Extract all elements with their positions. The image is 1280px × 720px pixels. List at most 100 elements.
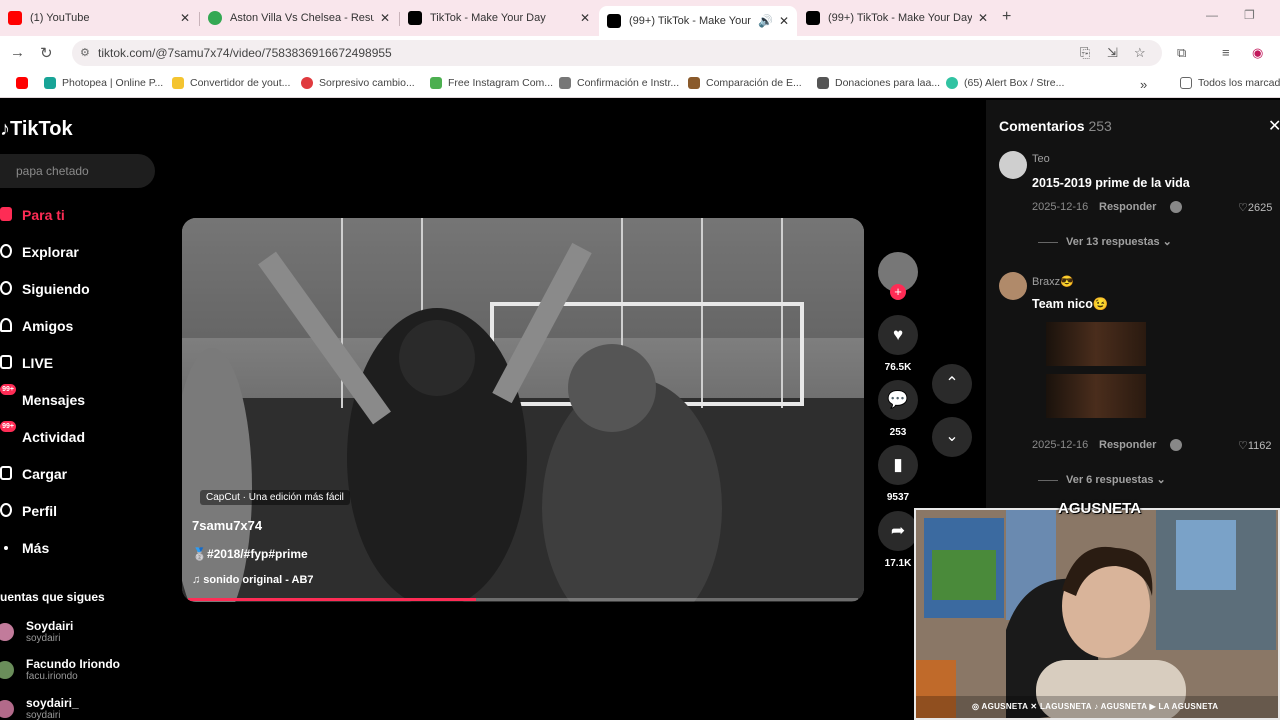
tab-aston-villa[interactable]: Aston Villa Vs Chelsea - Resulta ✕	[200, 6, 398, 30]
url-field[interactable]: ⚙ tiktok.com/@7samu7x74/video/7583836916…	[72, 40, 1162, 66]
globe-icon	[208, 11, 222, 25]
bookmark-photopea[interactable]: Photopea | Online P...	[44, 77, 163, 89]
video-progress-bar[interactable]	[188, 598, 858, 601]
minimize-button[interactable]: —	[1206, 8, 1218, 22]
tab-tiktok-active[interactable]: (99+) TikTok - Make Your Da 🔊 ✕	[599, 6, 797, 36]
maximize-button[interactable]: ❐	[1244, 8, 1255, 22]
nav-live[interactable]: LIVE	[0, 355, 53, 371]
comment-text: 2015-2019 prime de la vida	[1032, 176, 1190, 190]
install-icon[interactable]: ⇲	[1107, 45, 1118, 61]
tab-tiktok[interactable]: TikTok - Make Your Day ✕	[400, 6, 598, 30]
translate-icon[interactable]: ⎘	[1080, 45, 1090, 61]
forward-icon[interactable]: →	[10, 44, 25, 61]
tiktok-icon	[607, 14, 621, 28]
video-frame	[182, 218, 864, 602]
close-icon[interactable]: ✕	[1268, 116, 1280, 136]
follow-plus-icon[interactable]: +	[890, 284, 906, 300]
share-icon: ➦	[890, 521, 906, 540]
comment-image[interactable]	[1046, 374, 1146, 418]
comment-like[interactable]: ♡1162	[1238, 439, 1272, 452]
nav-explore[interactable]: Explorar	[0, 244, 79, 260]
followed-account[interactable]: Soydairi soydairi	[0, 619, 160, 653]
nav-activity[interactable]: 99+ Actividad	[0, 421, 85, 445]
home-icon	[0, 207, 12, 221]
webcam-frame	[916, 510, 1278, 718]
site-info-icon[interactable]: ⚙	[80, 40, 90, 66]
nav-upload[interactable]: Cargar	[0, 466, 67, 482]
comment-count: 253	[889, 427, 907, 438]
bookmark-comparacion[interactable]: Comparación de E...	[688, 77, 802, 89]
speaker-icon[interactable]: 🔊	[758, 14, 773, 28]
check-icon	[430, 77, 442, 89]
star-icon[interactable]: ☆	[1134, 45, 1146, 61]
close-icon[interactable]: ✕	[380, 11, 390, 25]
bookmark-sorpresivo[interactable]: Sorpresivo cambio...	[301, 77, 415, 89]
close-icon[interactable]: ✕	[978, 11, 988, 25]
reload-icon[interactable]: ↻	[40, 44, 53, 62]
next-video-button[interactable]: ⌄	[932, 417, 972, 457]
comment-like[interactable]: ♡2625	[1238, 201, 1272, 214]
tiktok-logo[interactable]: ♪TikTok	[0, 118, 73, 141]
heart-icon: ♡	[1238, 202, 1248, 214]
chevron-down-icon: ⌄	[945, 428, 959, 445]
close-icon[interactable]: ✕	[180, 11, 190, 25]
followed-account[interactable]: Facundo Iriondo facu.iriondo	[0, 657, 160, 691]
comment-user[interactable]: Teo	[1032, 153, 1050, 165]
bookmark-all[interactable]: Todos los marcadores	[1180, 77, 1280, 89]
new-tab-button[interactable]: +	[1002, 8, 1011, 26]
tiktok-logo-icon: ♪	[0, 118, 10, 140]
video-author[interactable]: 7samu7x74	[192, 518, 262, 533]
tab-youtube[interactable]: (1) YouTube ✕	[0, 6, 198, 30]
video-description[interactable]: 🥈#2018/#fyp#prime	[192, 547, 308, 561]
reply-button[interactable]: Responder	[1099, 201, 1156, 213]
nav-following[interactable]: Siguiendo	[0, 281, 90, 297]
search-input[interactable]: papa chetado	[0, 154, 155, 188]
comment-button[interactable]: 💬	[878, 380, 918, 420]
comment-image[interactable]	[1046, 322, 1146, 366]
bookmarks-more-button[interactable]: »	[1140, 77, 1147, 92]
tab-tiktok-2[interactable]: (99+) TikTok - Make Your Day ✕	[798, 6, 996, 30]
nav-profile[interactable]: Perfil	[0, 503, 57, 519]
capcut-tag[interactable]: CapCut · Una edición más fácil	[200, 490, 350, 505]
bookmark-convertidor[interactable]: Convertidor de yout...	[172, 77, 290, 89]
save-button[interactable]: ▮	[878, 445, 918, 485]
nav-more[interactable]: Más	[4, 540, 49, 556]
creator-liked-icon	[1170, 439, 1182, 451]
media-icon[interactable]: ≡	[1222, 45, 1230, 60]
nav-friends[interactable]: Amigos	[0, 318, 73, 334]
tab-title: TikTok - Make Your Day	[430, 12, 546, 24]
avatar[interactable]	[999, 272, 1027, 300]
bookmark-donaciones[interactable]: Donaciones para laa...	[817, 77, 940, 89]
nav-for-you[interactable]: Para ti	[0, 207, 65, 223]
profile-icon[interactable]: ◉	[1252, 45, 1263, 61]
comments-title: Comentarios 253	[999, 118, 1112, 134]
share-button[interactable]: ➦	[878, 511, 918, 551]
nav-messages[interactable]: 99+ Mensajes	[0, 384, 85, 408]
activity-badge: 99+	[0, 421, 16, 432]
avatar[interactable]	[999, 151, 1027, 179]
tab-title: (1) YouTube	[30, 12, 90, 24]
youtube-icon	[8, 11, 22, 25]
video-sound[interactable]: ♫ sonido original - AB7	[192, 574, 314, 586]
previous-video-button[interactable]: ⌃	[932, 364, 972, 404]
avatar	[0, 700, 14, 718]
more-icon	[4, 546, 8, 550]
reply-button[interactable]: Responder	[1099, 439, 1156, 451]
url-text: tiktok.com/@7samu7x74/video/758383691667…	[98, 46, 392, 60]
comment-user[interactable]: Braxz😎	[1032, 275, 1074, 288]
view-replies-button[interactable]: Ver 13 respuestas ⌄	[1038, 235, 1172, 248]
upload-icon	[0, 466, 12, 480]
close-icon[interactable]: ✕	[779, 14, 789, 28]
bookmark-youtube[interactable]	[16, 77, 34, 89]
bookmark-instagram[interactable]: Free Instagram Com...	[430, 77, 553, 89]
bookmark-confirmacion[interactable]: Confirmación e Instr...	[559, 77, 679, 89]
comment-icon: 💬	[887, 390, 909, 409]
bookmark-alertbox[interactable]: (65) Alert Box / Stre...	[946, 77, 1064, 89]
video-player[interactable]	[182, 218, 864, 602]
streamer-socials: ◎ AGUSNETA ✕ LAGUSNETA ♪ AGUSNETA ▶ LA A…	[916, 696, 1278, 718]
close-icon[interactable]: ✕	[580, 11, 590, 25]
folder-icon	[1180, 77, 1192, 89]
extensions-icon[interactable]: ⧉	[1177, 45, 1186, 61]
followed-account[interactable]: soydairi_ soydairi	[0, 696, 160, 720]
like-button[interactable]: ♥	[878, 315, 918, 355]
